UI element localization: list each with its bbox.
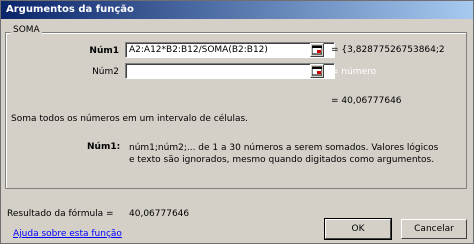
arg1-label: Núm1 xyxy=(89,46,119,56)
arg1-result: = {3,82877526753864;2 xyxy=(331,45,445,55)
arg2-label: Núm2 xyxy=(92,67,119,77)
arg-help-text: núm1;núm2;... de 1 a 30 números a serem … xyxy=(129,143,439,165)
collapse-dialog-icon xyxy=(312,66,322,76)
arg2-result: = número xyxy=(331,67,377,77)
arg2-collapse-button[interactable] xyxy=(310,64,324,78)
formula-result-value: 40,06777646 xyxy=(129,209,190,219)
formula-result-label: Resultado da fórmula = xyxy=(7,209,114,219)
function-result: = 40,06777646 xyxy=(331,96,402,106)
arg1-input[interactable]: A2:A12*B2:B12/SOMA(B2:B12) xyxy=(125,42,335,58)
cancel-button[interactable]: Cancelar xyxy=(401,219,467,239)
help-link[interactable]: Ajuda sobre esta função xyxy=(13,229,122,239)
collapse-dialog-icon xyxy=(312,45,322,55)
ok-button[interactable]: OK xyxy=(324,218,392,240)
arg-help-name: Núm1: xyxy=(87,142,121,152)
function-name-label: SOMA xyxy=(11,25,42,35)
function-description: Soma todos os números em um intervalo de… xyxy=(11,114,249,124)
window-title: Argumentos da função xyxy=(6,4,134,15)
arg2-input[interactable] xyxy=(125,63,335,79)
title-bar[interactable]: Argumentos da função xyxy=(1,1,473,19)
function-arguments-dialog: Argumentos da função SOMA Núm1 A2:A12*B2… xyxy=(0,0,474,244)
arg1-collapse-button[interactable] xyxy=(310,43,324,57)
